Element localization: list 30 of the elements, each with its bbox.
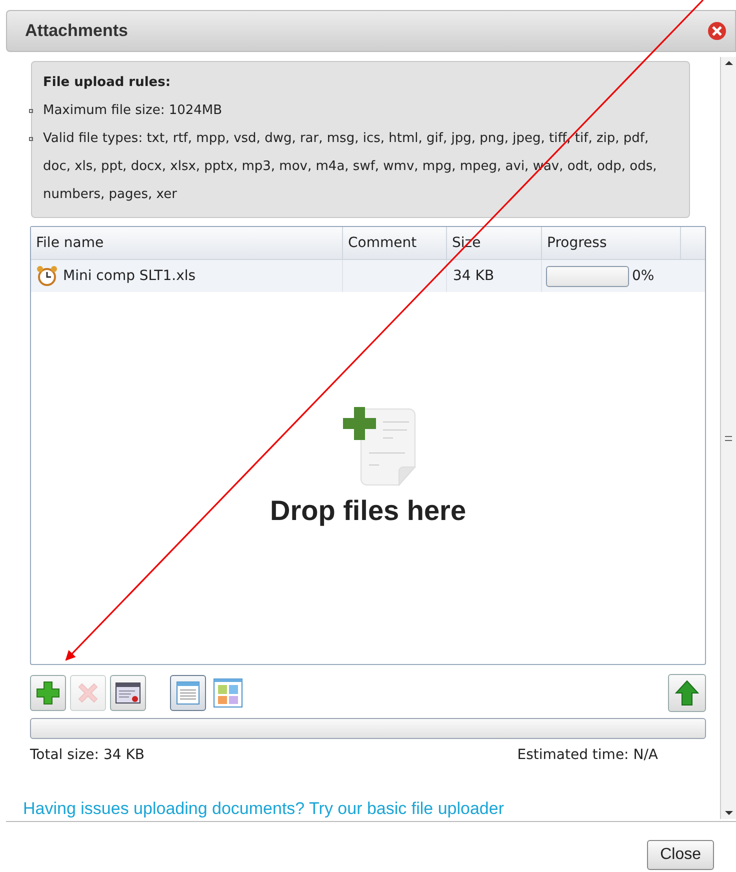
file-size: 34 KB [453,266,494,286]
estimated-time: Estimated time: N/A [517,746,658,765]
bullet-icon [29,109,33,113]
column-header: Comment [343,227,447,259]
alarm-clock-icon [36,265,58,287]
close-button[interactable]: Close [647,840,714,870]
total-size: Total size: 34 KB [30,746,145,765]
up-arrow-icon [674,679,700,708]
window-icon [114,680,142,706]
close-icon[interactable] [707,21,727,41]
progress-percent: 0% [632,266,654,286]
clear-button[interactable] [110,675,146,712]
scroll-thumb-grip-icon[interactable] [725,436,732,440]
bullet-icon [29,137,33,141]
scroll-down-icon[interactable] [724,811,732,815]
grid-view-icon [213,678,243,708]
file-name: Mini comp SLT1.xls [63,266,196,286]
dialog-title: Attachments [25,20,128,42]
rule-text: Maximum file size: 1024MB [43,102,224,120]
add-button[interactable] [30,675,66,712]
scrollbar[interactable] [720,57,736,819]
rules-title: File upload rules: [43,74,172,92]
column-header: Progress [542,227,681,259]
plus-icon [35,680,61,706]
drop-files-label: Drop files here [270,494,466,528]
upload-button[interactable] [668,674,706,712]
list-view-button[interactable] [170,675,206,712]
column-header: File name [31,227,343,259]
scroll-up-icon[interactable] [724,61,732,65]
list-view-icon [175,680,201,706]
